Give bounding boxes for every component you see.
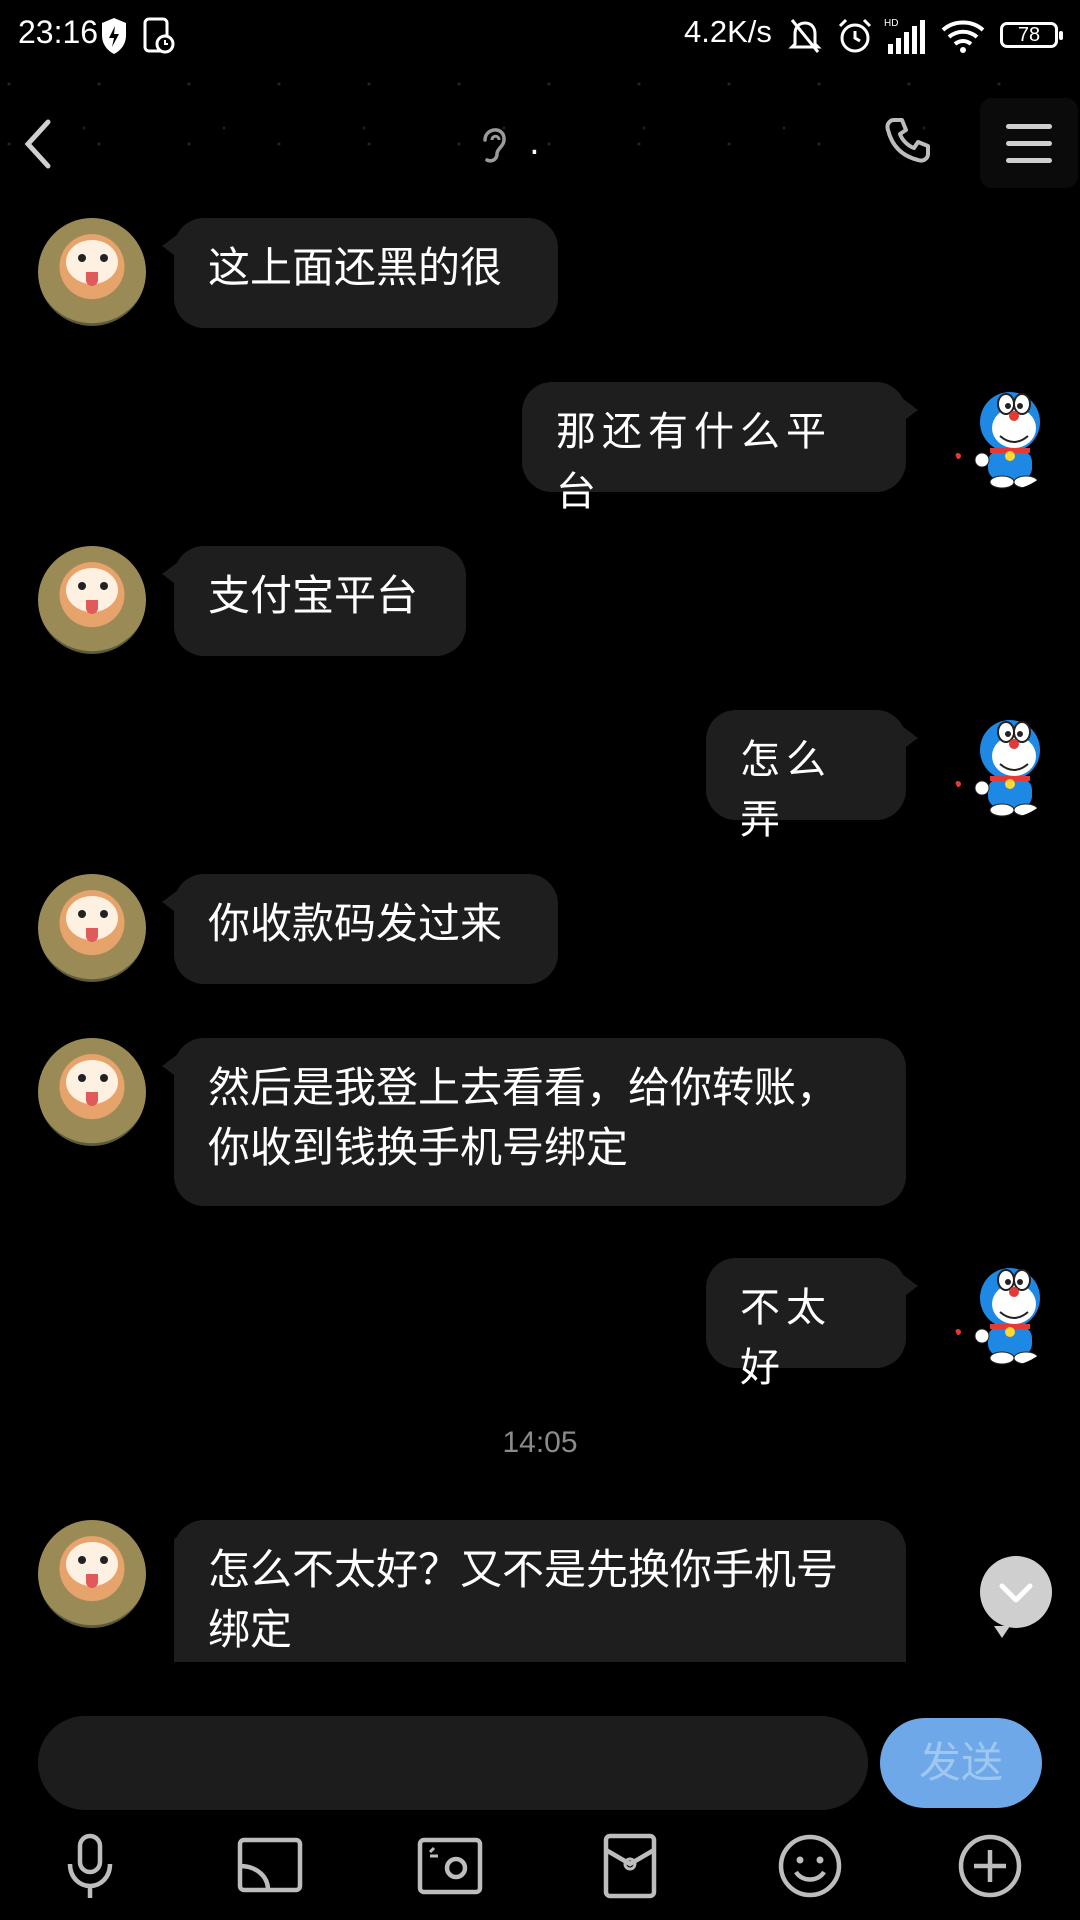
plus-icon[interactable] bbox=[954, 1830, 1026, 1902]
avatar-eye bbox=[78, 582, 86, 590]
alarm-icon bbox=[838, 18, 872, 53]
chat-header: . bbox=[0, 72, 1080, 202]
message-bubble-incoming[interactable]: 你收款码发过来 bbox=[162, 874, 558, 984]
clock-file-icon bbox=[143, 17, 175, 54]
my-avatar[interactable] bbox=[952, 710, 1060, 818]
battery-indicator: 78 bbox=[1000, 22, 1063, 48]
message-bubble-outgoing[interactable]: 不太好 bbox=[706, 1258, 918, 1391]
avatar-eye bbox=[100, 1556, 108, 1564]
menu-button[interactable] bbox=[980, 98, 1078, 188]
microphone-icon[interactable] bbox=[54, 1830, 126, 1902]
avatar-eye bbox=[78, 910, 86, 918]
message-bubble-incoming[interactable]: 怎么不太好？又不是先换你手机号绑定 bbox=[174, 1520, 906, 1662]
avatar-eye bbox=[100, 582, 108, 590]
image-cast-icon[interactable] bbox=[234, 1830, 306, 1902]
message-timestamp: 14:05 bbox=[502, 1426, 578, 1459]
phone-icon[interactable] bbox=[884, 116, 932, 164]
emoji-icon[interactable] bbox=[774, 1830, 846, 1902]
status-time: 23:16 bbox=[18, 14, 99, 50]
message-bubble-outgoing[interactable]: 怎么弄 bbox=[706, 710, 918, 843]
back-arrow-icon[interactable] bbox=[18, 116, 62, 172]
scroll-to-bottom-button[interactable] bbox=[980, 1556, 1052, 1638]
message-bubble-incoming[interactable]: 然后是我登上去看看，给你转账，你收到钱换手机号绑定 bbox=[162, 1038, 906, 1206]
avatar-eye bbox=[100, 910, 108, 918]
ear-icon bbox=[483, 128, 506, 163]
contact-avatar[interactable] bbox=[38, 1520, 146, 1628]
my-avatar[interactable] bbox=[952, 382, 1060, 490]
avatar-eye bbox=[78, 1074, 86, 1082]
menu-icon bbox=[1006, 124, 1052, 129]
message-input[interactable] bbox=[38, 1716, 868, 1810]
chat-title: . bbox=[475, 120, 540, 166]
contact-avatar[interactable] bbox=[38, 218, 146, 326]
mute-bell-icon bbox=[788, 19, 822, 53]
avatar-tongue bbox=[86, 1092, 98, 1106]
avatar-tongue bbox=[86, 272, 98, 286]
contact-avatar[interactable] bbox=[38, 1038, 146, 1146]
wifi-icon bbox=[941, 20, 985, 53]
signal-icon: HD bbox=[884, 18, 925, 54]
avatar-eye bbox=[78, 254, 86, 262]
status-bar: 23:16 4.2K/s HD 78 bbox=[0, 0, 1080, 72]
camera-icon[interactable] bbox=[414, 1830, 486, 1902]
message-bubble-outgoing[interactable]: 那还有什么平台 bbox=[522, 382, 918, 515]
avatar-eye bbox=[100, 1074, 108, 1082]
avatar-eye bbox=[100, 254, 108, 262]
menu-icon-bar bbox=[1006, 141, 1052, 146]
send-button[interactable]: 发送 bbox=[880, 1718, 1042, 1808]
my-avatar[interactable] bbox=[952, 1258, 1060, 1366]
avatar-tongue bbox=[86, 1574, 98, 1588]
svg-text:HD: HD bbox=[884, 18, 898, 29]
input-toolbar bbox=[0, 1830, 1080, 1920]
red-envelope-icon[interactable] bbox=[594, 1830, 666, 1902]
avatar-eye bbox=[78, 1556, 86, 1564]
chevron-down-icon bbox=[999, 1583, 1033, 1603]
avatar-tongue bbox=[86, 600, 98, 614]
message-bubble-incoming[interactable]: 支付宝平台 bbox=[162, 546, 466, 656]
message-clip: 怎么不太好？又不是先换你手机号绑定 bbox=[174, 1520, 906, 1662]
message-bubble-incoming[interactable]: 这上面还黑的很 bbox=[162, 218, 558, 328]
contact-avatar[interactable] bbox=[38, 874, 146, 982]
contact-avatar[interactable] bbox=[38, 546, 146, 654]
menu-icon-bar bbox=[1006, 158, 1052, 163]
network-speed: 4.2K/s bbox=[684, 14, 772, 49]
avatar-tongue bbox=[86, 928, 98, 942]
contact-name: . bbox=[529, 123, 540, 163]
shield-bolt-icon bbox=[102, 18, 126, 54]
